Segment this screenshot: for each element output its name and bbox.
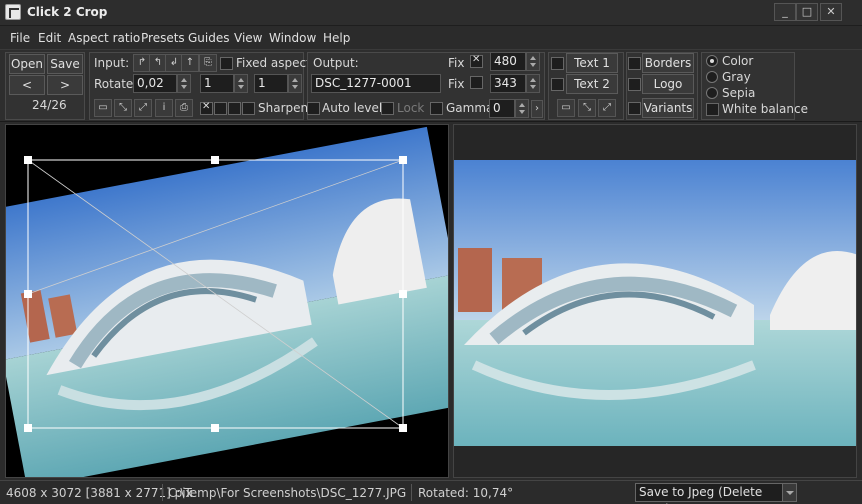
- crop-check-1[interactable]: [200, 101, 213, 115]
- rotation-status: Rotated: 10,74°: [418, 486, 514, 500]
- title-bar: Click 2 Crop _ □ ✕: [0, 0, 862, 26]
- white-balance-checkbox[interactable]: [706, 103, 719, 116]
- variants-checkbox[interactable]: [628, 102, 641, 115]
- source-image: [6, 126, 448, 477]
- rotate-spinner[interactable]: [177, 74, 191, 93]
- copy-icon[interactable]: ⎘: [199, 54, 217, 72]
- crop-check-2[interactable]: [214, 102, 227, 115]
- gamma-spinner[interactable]: [515, 99, 529, 118]
- text1-button[interactable]: Text 1: [566, 53, 618, 73]
- preview-shrink-icon[interactable]: ⤡: [578, 99, 596, 117]
- menu-help[interactable]: Help: [323, 31, 350, 45]
- menu-bar: File Edit Aspect ratio Presets Guides Vi…: [0, 27, 862, 49]
- sharpen-checkbox[interactable]: [242, 102, 255, 115]
- logo-checkbox[interactable]: [628, 78, 641, 91]
- info-icon[interactable]: i: [155, 99, 173, 117]
- logo-button[interactable]: Logo: [642, 74, 694, 94]
- sharpen-label: Sharpen: [258, 101, 309, 115]
- text2-button[interactable]: Text 2: [566, 74, 618, 94]
- expand-icon[interactable]: ⤢: [134, 99, 152, 117]
- file-path: C:\Temp\For Screenshots\DSC_1277.JPG: [168, 486, 407, 500]
- width-spinner[interactable]: [526, 52, 540, 71]
- close-button[interactable]: ✕: [820, 3, 842, 21]
- minimize-button[interactable]: _: [774, 3, 796, 21]
- menu-window[interactable]: Window: [269, 31, 316, 45]
- input-label: Input:: [94, 56, 130, 70]
- menu-aspect-ratio[interactable]: Aspect ratio: [68, 31, 140, 45]
- text2-checkbox[interactable]: [551, 78, 564, 91]
- gamma-input[interactable]: 0: [489, 99, 515, 118]
- open-button[interactable]: Open: [9, 54, 45, 74]
- variants-button[interactable]: Variants: [642, 98, 694, 118]
- ratio-b-input[interactable]: 1: [254, 74, 288, 93]
- preview-monitor-icon[interactable]: ▭: [557, 99, 575, 117]
- gray-label: Gray: [722, 70, 751, 84]
- preview-image: [454, 160, 856, 446]
- status-bar: 4608 x 3072 [3881 x 2771] pix C:\Temp\Fo…: [0, 480, 862, 504]
- rotate-label: Rotate:: [94, 77, 138, 91]
- height-input[interactable]: 343: [490, 74, 526, 93]
- rotate-input[interactable]: 0,02: [133, 74, 177, 93]
- fixed-aspect-checkbox[interactable]: [220, 57, 233, 70]
- fix-height-checkbox[interactable]: [470, 76, 483, 89]
- output-label: Output:: [313, 56, 359, 70]
- image-counter: 24/26: [32, 98, 67, 112]
- auto-levels-checkbox[interactable]: [307, 102, 320, 115]
- prev-button[interactable]: <: [9, 75, 45, 95]
- color-radio[interactable]: [706, 55, 718, 67]
- ratio-a-input[interactable]: 1: [200, 74, 234, 93]
- sepia-radio[interactable]: [706, 87, 718, 99]
- shrink-icon[interactable]: ⤡: [114, 99, 132, 117]
- menu-presets[interactable]: Presets: [141, 31, 185, 45]
- sepia-label: Sepia: [722, 86, 756, 100]
- source-image-panel[interactable]: [5, 124, 449, 478]
- borders-button[interactable]: Borders: [642, 53, 694, 73]
- maximize-button[interactable]: □: [796, 3, 818, 21]
- window-title: Click 2 Crop: [27, 5, 108, 19]
- lock-checkbox[interactable]: [381, 102, 394, 115]
- gamma-checkbox[interactable]: [430, 102, 443, 115]
- monitor-icon[interactable]: ▭: [94, 99, 112, 117]
- fixed-aspect-label: Fixed aspect: [236, 56, 311, 70]
- menu-edit[interactable]: Edit: [38, 31, 61, 45]
- image-dimensions: 4608 x 3072 [3881 x 2771] pix: [6, 486, 193, 500]
- menu-guides[interactable]: Guides: [188, 31, 230, 45]
- crop-check-3[interactable]: [228, 102, 241, 115]
- output-filename-input[interactable]: DSC_1277-0001: [311, 74, 441, 93]
- lock-label: Lock: [397, 101, 425, 115]
- fix-width-checkbox[interactable]: [470, 54, 483, 68]
- white-balance-label: White balance: [722, 102, 808, 116]
- preview-panel: [453, 124, 857, 478]
- text1-checkbox[interactable]: [551, 57, 564, 70]
- chevron-down-icon[interactable]: [782, 484, 796, 501]
- ratio-b-spinner[interactable]: [288, 74, 302, 93]
- next-button[interactable]: >: [47, 75, 83, 95]
- save-mode-select[interactable]: Save to Jpeg (Delete EXIF): [635, 483, 797, 504]
- preview-expand-icon[interactable]: ⤢: [598, 99, 616, 117]
- fix-height-label: Fix: [448, 77, 465, 91]
- save-mode-value: Save to Jpeg (Delete EXIF): [639, 485, 763, 504]
- app-icon: [5, 4, 21, 20]
- auto-levels-label: Auto levels: [322, 101, 389, 115]
- menu-file[interactable]: File: [10, 31, 30, 45]
- gray-radio[interactable]: [706, 71, 718, 83]
- flip-icon[interactable]: ↑: [181, 54, 199, 72]
- color-label: Color: [722, 54, 754, 68]
- gamma-label: Gamma: [446, 101, 494, 115]
- menu-view[interactable]: View: [234, 31, 262, 45]
- toolbar: Open Save < > 24/26 Input: ↱ ↰ ↲ ↑ ⎘ Fix…: [0, 49, 862, 122]
- exif-icon[interactable]: ⎙: [175, 99, 193, 117]
- fix-width-label: Fix: [448, 56, 465, 70]
- ratio-a-spinner[interactable]: [234, 74, 248, 93]
- gamma-apply-icon[interactable]: ›: [531, 100, 543, 118]
- borders-checkbox[interactable]: [628, 57, 641, 70]
- height-spinner[interactable]: [526, 74, 540, 93]
- status-separator: [162, 484, 163, 501]
- width-input[interactable]: 480: [490, 52, 526, 71]
- status-separator: [411, 484, 412, 501]
- save-button[interactable]: Save: [47, 54, 83, 74]
